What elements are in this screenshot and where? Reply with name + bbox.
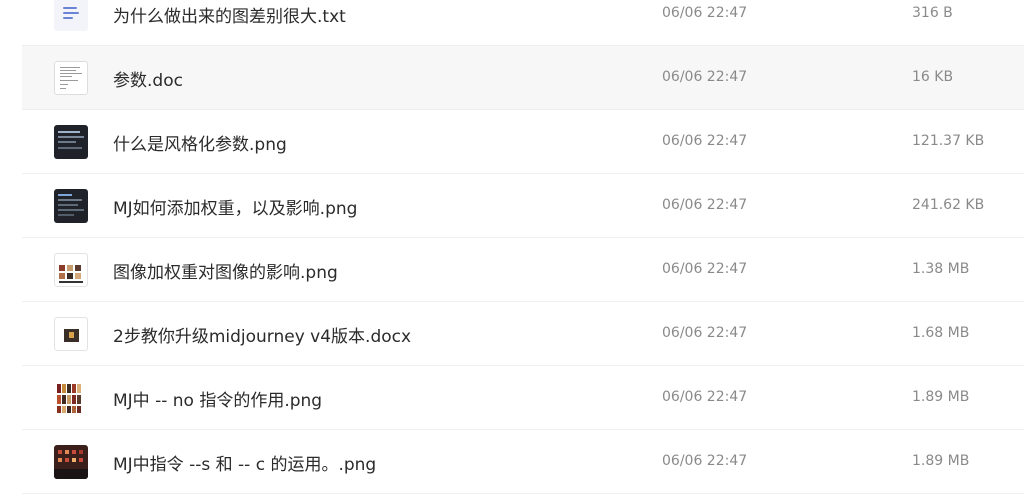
file-size: 1.89 MB xyxy=(912,453,970,469)
file-name[interactable]: MJ中 -- no 指令的作用.png xyxy=(113,386,322,411)
file-row[interactable]: MJ中 -- no 指令的作用.png 06/06 22:47 1.89 MB xyxy=(22,366,1024,430)
image-thumbnail xyxy=(54,125,88,159)
file-size: 16 KB xyxy=(912,69,954,85)
file-row[interactable]: MJ中指令 --s 和 -- c 的运用。.png 06/06 22:47 1.… xyxy=(22,430,1024,494)
file-date: 06/06 22:47 xyxy=(662,133,748,149)
file-date: 06/06 22:47 xyxy=(662,453,748,469)
file-name[interactable]: 图像加权重对图像的影响.png xyxy=(113,258,338,283)
txt-file-icon xyxy=(54,0,88,31)
file-row[interactable]: MJ如何添加权重，以及影响.png 06/06 22:47 241.62 KB xyxy=(22,174,1024,238)
file-size: 121.37 KB xyxy=(912,133,985,149)
file-name[interactable]: MJ如何添加权重，以及影响.png xyxy=(113,194,357,219)
file-size: 316 B xyxy=(912,5,953,21)
image-thumbnail xyxy=(54,189,88,223)
doc-file-icon xyxy=(54,61,88,95)
file-row[interactable]: 2步教你升级midjourney v4版本.docx 06/06 22:47 1… xyxy=(22,302,1024,366)
file-date: 06/06 22:47 xyxy=(662,69,748,85)
file-size: 1.68 MB xyxy=(912,325,970,341)
file-row[interactable]: 为什么做出来的图差别很大.txt 06/06 22:47 316 B xyxy=(22,0,1024,46)
image-thumbnail xyxy=(54,445,88,479)
file-date: 06/06 22:47 xyxy=(662,389,748,405)
file-name[interactable]: 参数.doc xyxy=(113,66,183,91)
file-row[interactable]: 图像加权重对图像的影响.png 06/06 22:47 1.38 MB xyxy=(22,238,1024,302)
image-thumbnail xyxy=(54,253,88,287)
file-date: 06/06 22:47 xyxy=(662,261,748,277)
file-row[interactable]: 参数.doc 06/06 22:47 16 KB xyxy=(22,46,1024,110)
file-size: 241.62 KB xyxy=(912,197,985,213)
file-name[interactable]: 什么是风格化参数.png xyxy=(113,130,287,155)
file-name[interactable]: 2步教你升级midjourney v4版本.docx xyxy=(113,322,411,347)
file-date: 06/06 22:47 xyxy=(662,325,748,341)
file-date: 06/06 22:47 xyxy=(662,5,748,21)
file-name[interactable]: MJ中指令 --s 和 -- c 的运用。.png xyxy=(113,450,376,475)
file-size: 1.38 MB xyxy=(912,261,970,277)
file-size: 1.89 MB xyxy=(912,389,970,405)
file-name[interactable]: 为什么做出来的图差别很大.txt xyxy=(113,2,346,27)
docx-file-icon xyxy=(54,317,88,351)
file-list: 为什么做出来的图差别很大.txt 06/06 22:47 316 B 参数.do… xyxy=(22,0,1024,494)
file-date: 06/06 22:47 xyxy=(662,197,748,213)
file-row[interactable]: 什么是风格化参数.png 06/06 22:47 121.37 KB xyxy=(22,110,1024,174)
image-thumbnail xyxy=(54,381,88,415)
